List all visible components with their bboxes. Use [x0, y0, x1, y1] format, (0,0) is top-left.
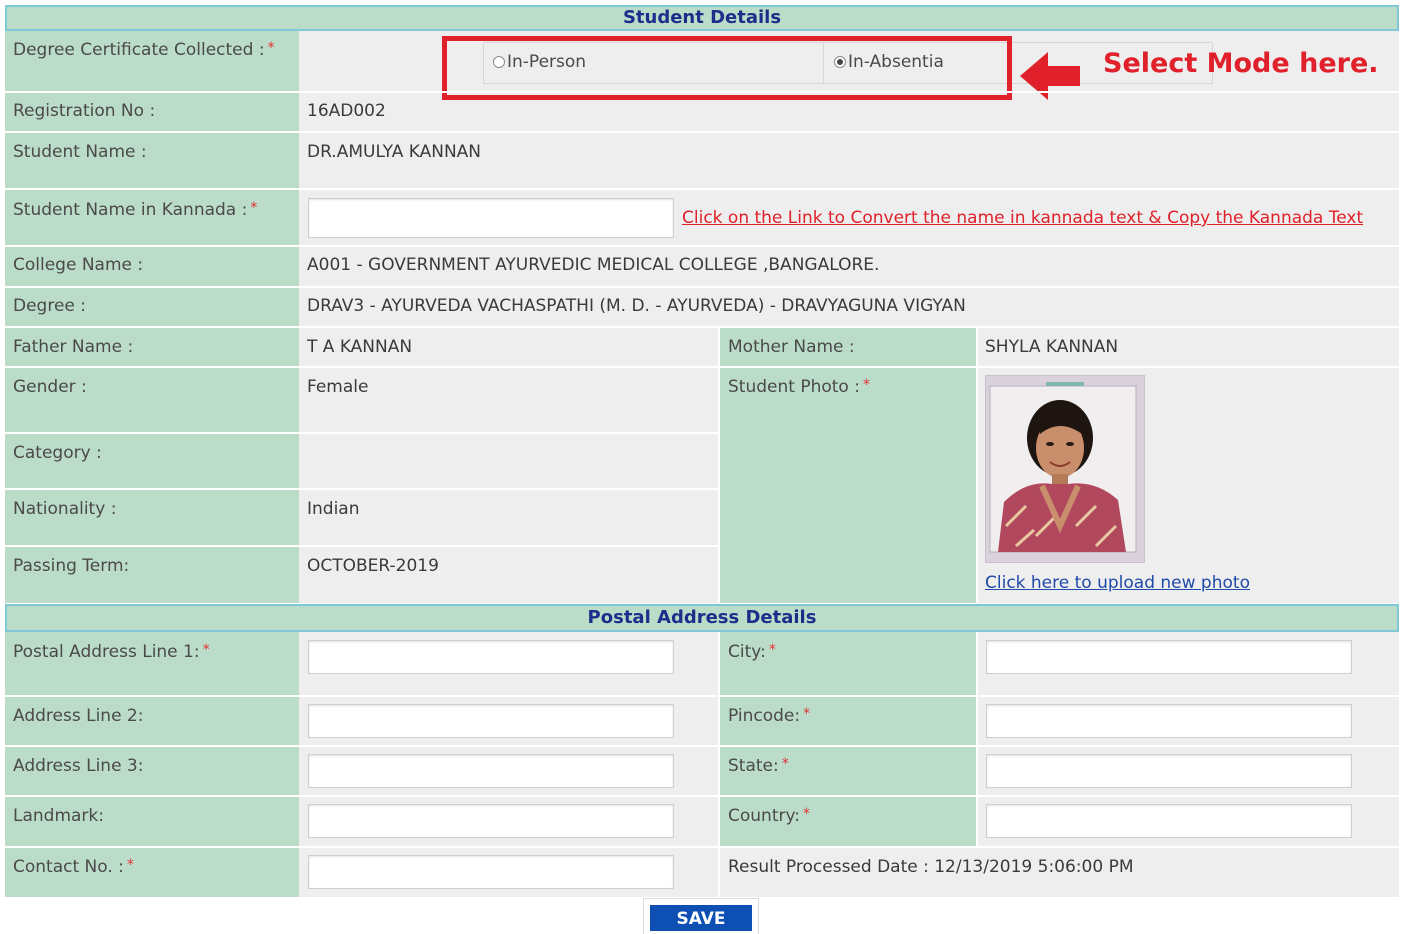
mother-name-value: SHYLA KANNAN — [985, 337, 1119, 357]
address-line1-input[interactable] — [308, 640, 674, 674]
father-name-value: T A KANNAN — [307, 337, 413, 357]
father-name-label: Father Name : — [13, 337, 134, 357]
state-input[interactable] — [986, 754, 1352, 788]
col-divider-left — [718, 328, 720, 603]
student-name-value: DR.AMULYA KANNAN — [307, 142, 482, 162]
col-divider-right — [976, 328, 978, 603]
student-details-header: Student Details — [5, 5, 1399, 31]
student-photo — [985, 375, 1145, 563]
student-photo-image — [989, 382, 1137, 553]
landmark-label: Landmark: — [13, 806, 104, 826]
passing-term-label: Passing Term: — [13, 556, 130, 576]
mother-name-label: Mother Name : — [728, 337, 855, 357]
address-line2-input[interactable] — [308, 704, 674, 738]
college-name-value: A001 - GOVERNMENT AYURVEDIC MEDICAL COLL… — [307, 255, 880, 275]
degree-value: DRAV3 - AYURVEDA VACHASPATHI (M. D. - AY… — [307, 296, 966, 316]
pincode-label: Pincode: * — [728, 706, 811, 726]
contact-no-input[interactable] — [308, 855, 674, 889]
degree-cert-label: Degree Certificate Collected : * — [13, 40, 275, 60]
landmark-input[interactable] — [308, 804, 674, 838]
address-line3-input[interactable] — [308, 754, 674, 788]
gender-value: Female — [307, 377, 369, 397]
city-label: City: * — [728, 642, 776, 662]
annotation-arrow-icon — [1020, 52, 1080, 100]
student-photo-label: Student Photo : * — [728, 377, 870, 397]
gender-label: Gender : — [13, 377, 87, 397]
state-label: State: * — [728, 756, 789, 776]
registration-no-label: Registration No : — [13, 101, 156, 121]
address-line2-label: Address Line 2: — [13, 706, 144, 726]
category-label: Category : — [13, 443, 102, 463]
student-name-kannada-label: Student Name in Kannada : * — [13, 200, 258, 220]
pincode-input[interactable] — [986, 704, 1352, 738]
address-line1-label: Postal Address Line 1: * — [13, 642, 210, 662]
nationality-label: Nationality : — [13, 499, 117, 519]
student-name-kannada-input[interactable] — [308, 198, 674, 238]
contact-no-label: Contact No. : * — [13, 857, 134, 877]
passing-term-value: OCTOBER-2019 — [307, 556, 439, 576]
college-name-label: College Name : — [13, 255, 144, 275]
kannada-convert-link[interactable]: Click on the Link to Convert the name in… — [682, 208, 1363, 228]
student-name-label: Student Name : — [13, 142, 147, 162]
right-label-column-bg — [720, 328, 976, 603]
result-processed-date: Result Processed Date : 12/13/2019 5:06:… — [728, 857, 1134, 877]
country-input[interactable] — [986, 804, 1352, 838]
country-label: Country: * — [728, 806, 811, 826]
postal-address-header: Postal Address Details — [5, 604, 1399, 632]
address-line3-label: Address Line 3: — [13, 756, 144, 776]
degree-label: Degree : — [13, 296, 87, 316]
save-button[interactable]: SAVE — [650, 905, 752, 931]
upload-photo-link[interactable]: Click here to upload new photo — [985, 573, 1250, 593]
annotation-text: Select Mode here. — [1103, 48, 1379, 79]
registration-no-value: 16AD002 — [307, 101, 386, 121]
nationality-value: Indian — [307, 499, 360, 519]
city-input[interactable] — [986, 640, 1352, 674]
